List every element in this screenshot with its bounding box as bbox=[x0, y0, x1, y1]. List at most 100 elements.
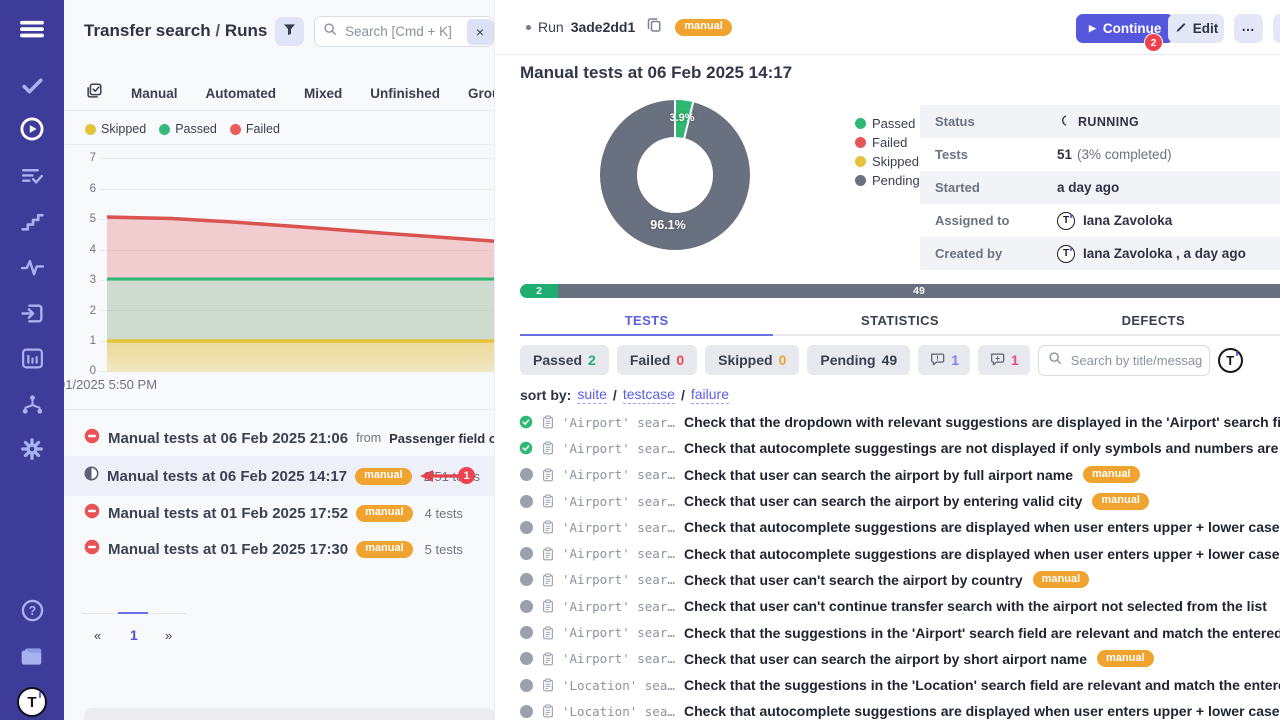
gear-icon[interactable] bbox=[19, 436, 45, 462]
test-title[interactable]: Check that the suggestions in the 'Airpo… bbox=[684, 625, 1280, 641]
test-row[interactable]: 'Airport' sear… Check that the dropdown … bbox=[519, 409, 1280, 435]
source-run-link[interactable]: Passenger field check bbox=[389, 431, 495, 446]
tab-automated[interactable]: Automated bbox=[206, 86, 277, 101]
edit-button[interactable]: Edit bbox=[1168, 14, 1224, 43]
bottom-band bbox=[84, 708, 495, 720]
tab-defects[interactable]: DEFECTS bbox=[1027, 306, 1280, 336]
pagination-next[interactable]: » bbox=[165, 628, 172, 643]
pending-dot-icon bbox=[519, 626, 533, 640]
test-suite[interactable]: 'Airport' sear… bbox=[562, 599, 677, 614]
test-row[interactable]: 'Airport' sear… Check that user can sear… bbox=[519, 462, 1280, 488]
filter-pending[interactable]: Pending49 bbox=[807, 345, 910, 375]
tab-tests[interactable]: TESTS bbox=[520, 306, 773, 336]
runs-search-input[interactable] bbox=[343, 23, 467, 40]
detail-tabs: TESTS STATISTICS DEFECTS bbox=[520, 306, 1280, 336]
partial-button[interactable] bbox=[1273, 14, 1280, 43]
info-row-created: Created by TIana Zavoloka , a day ago bbox=[920, 237, 1280, 270]
test-title[interactable]: Check that autocomplete suggestions are … bbox=[684, 546, 1280, 562]
y-tick: 7 bbox=[74, 152, 96, 164]
test-suite[interactable]: 'Airport' sear… bbox=[562, 441, 677, 456]
test-title[interactable]: Check that user can search the airport b… bbox=[684, 651, 1087, 667]
filter-comments[interactable]: ! 1 bbox=[918, 345, 970, 375]
test-search[interactable] bbox=[1038, 345, 1210, 376]
play-circle-icon[interactable] bbox=[19, 116, 45, 142]
test-title[interactable]: Check that the suggestions in the 'Locat… bbox=[684, 677, 1280, 693]
test-row[interactable]: 'Location' sea… Check that the suggestio… bbox=[519, 672, 1280, 698]
tab-manual[interactable]: Manual bbox=[131, 86, 178, 101]
run-list-item[interactable]: Manual tests at 01 Feb 2025 17:52 manual… bbox=[64, 496, 495, 530]
test-title[interactable]: Check that user can search the airport b… bbox=[684, 493, 1082, 509]
sort-by-failure[interactable]: failure bbox=[691, 386, 729, 404]
comment-icon: ! bbox=[929, 351, 945, 370]
more-button[interactable]: … bbox=[1234, 14, 1263, 43]
select-all-icon[interactable] bbox=[85, 82, 103, 105]
test-title[interactable]: Check that autocomplete suggestings are … bbox=[684, 440, 1280, 456]
folder-icon[interactable] bbox=[19, 643, 45, 669]
copy-icon[interactable] bbox=[646, 17, 662, 38]
test-row[interactable]: 'Airport' sear… Check that user can't se… bbox=[519, 567, 1280, 593]
menu-icon[interactable] bbox=[19, 16, 45, 42]
breadcrumb-project[interactable]: Transfer search bbox=[84, 21, 211, 40]
test-title[interactable]: Check that user can search the airport b… bbox=[684, 467, 1073, 483]
test-suite[interactable]: 'Airport' sear… bbox=[562, 572, 677, 587]
bar-chart-icon[interactable] bbox=[19, 345, 45, 371]
legend-skipped: Skipped bbox=[85, 122, 146, 136]
run-list-item[interactable]: Manual tests at 06 Feb 2025 21:06 from P… bbox=[64, 420, 495, 456]
y-tick: 3 bbox=[74, 274, 96, 286]
filter-failed[interactable]: Failed0 bbox=[617, 345, 697, 375]
branch-icon[interactable] bbox=[19, 391, 45, 417]
user-avatar[interactable]: T bbox=[1218, 348, 1243, 373]
checkmark-icon[interactable] bbox=[19, 72, 45, 98]
tab-groups[interactable]: Groups bbox=[468, 86, 495, 101]
run-list-item[interactable]: Manual tests at 01 Feb 2025 17:30 manual… bbox=[64, 532, 495, 566]
test-title[interactable]: Check that user can't search the airport… bbox=[684, 572, 1023, 588]
tab-statistics[interactable]: STATISTICS bbox=[773, 306, 1026, 336]
pagination-page-1[interactable]: 1 bbox=[130, 627, 138, 643]
search-icon bbox=[1048, 351, 1062, 370]
passed-check-icon bbox=[519, 441, 533, 455]
test-row[interactable]: 'Location' sea… Check that autocomplete … bbox=[519, 698, 1280, 720]
y-tick: 1 bbox=[74, 335, 96, 347]
pagination-prev[interactable]: « bbox=[94, 628, 101, 643]
clipboard-icon bbox=[540, 678, 555, 693]
test-suite[interactable]: 'Airport' sear… bbox=[562, 494, 677, 509]
test-suite[interactable]: 'Airport' sear… bbox=[562, 520, 677, 535]
test-suite[interactable]: 'Airport' sear… bbox=[562, 415, 677, 430]
test-title[interactable]: Check that autocomplete suggestions are … bbox=[684, 703, 1280, 719]
test-row[interactable]: 'Airport' sear… Check that autocomplete … bbox=[519, 435, 1280, 461]
sort-by-testcase[interactable]: testcase bbox=[623, 386, 675, 404]
filter-added-comments[interactable]: + 1 bbox=[978, 345, 1030, 375]
test-suite[interactable]: 'Airport' sear… bbox=[562, 625, 677, 640]
test-row[interactable]: 'Airport' sear… Check that user can sear… bbox=[519, 488, 1280, 514]
sort-by-suite[interactable]: suite bbox=[577, 386, 607, 404]
search-clear-button[interactable]: × bbox=[467, 19, 493, 45]
test-row[interactable]: 'Airport' sear… Check that autocomplete … bbox=[519, 514, 1280, 540]
test-title[interactable]: Check that user can't continue transfer … bbox=[684, 598, 1267, 614]
test-suite[interactable]: 'Airport' sear… bbox=[562, 651, 677, 666]
steps-icon[interactable] bbox=[19, 209, 45, 235]
help-icon[interactable]: ? bbox=[19, 597, 45, 623]
list-check-icon[interactable] bbox=[19, 163, 45, 189]
test-suite[interactable]: 'Location' sea… bbox=[562, 704, 677, 719]
tab-unfinished[interactable]: Unfinished bbox=[370, 86, 440, 101]
tab-mixed[interactable]: Mixed bbox=[304, 86, 342, 101]
run-list-item-selected[interactable]: Manual tests at 06 Feb 2025 14:17 manual… bbox=[64, 456, 495, 496]
test-title[interactable]: Check that autocomplete suggestions are … bbox=[684, 519, 1280, 535]
test-row[interactable]: 'Airport' sear… Check that the suggestio… bbox=[519, 619, 1280, 645]
filter-passed[interactable]: Passed2 bbox=[520, 345, 609, 375]
filter-button[interactable] bbox=[275, 17, 304, 46]
test-suite[interactable]: 'Location' sea… bbox=[562, 678, 677, 693]
filter-skipped[interactable]: Skipped0 bbox=[705, 345, 799, 375]
test-suite[interactable]: 'Airport' sear… bbox=[562, 467, 677, 482]
test-row[interactable]: 'Airport' sear… Check that user can't co… bbox=[519, 593, 1280, 619]
test-suite[interactable]: 'Airport' sear… bbox=[562, 546, 677, 561]
app-logo[interactable]: T bbox=[17, 687, 47, 717]
test-row[interactable]: 'Airport' sear… Check that autocomplete … bbox=[519, 540, 1280, 566]
manual-badge: manual bbox=[675, 19, 732, 36]
test-title[interactable]: Check that the dropdown with relevant su… bbox=[684, 414, 1280, 430]
test-search-input[interactable] bbox=[1069, 352, 1205, 369]
sign-in-icon[interactable] bbox=[19, 300, 45, 326]
test-row[interactable]: 'Airport' sear… Check that user can sear… bbox=[519, 646, 1280, 672]
app-screen: ? T Transfer search / Runs × Manual Auto… bbox=[0, 0, 1280, 720]
activity-pulse-icon[interactable] bbox=[19, 254, 45, 280]
